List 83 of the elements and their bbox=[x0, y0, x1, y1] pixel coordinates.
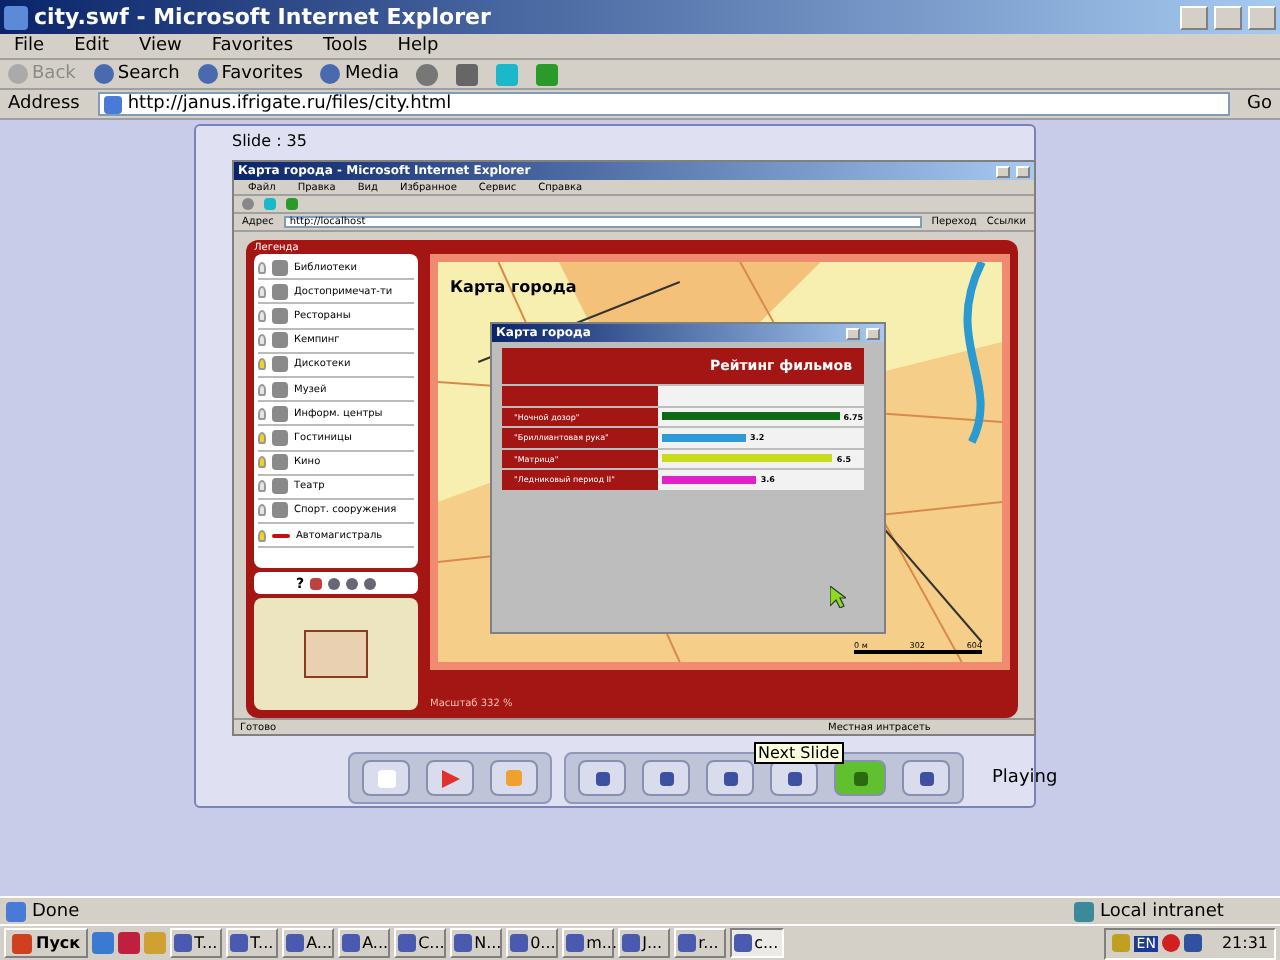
taskbar-button[interactable]: T... bbox=[226, 928, 279, 958]
bulb-icon[interactable] bbox=[258, 456, 266, 469]
menu-item[interactable]: Favorites bbox=[205, 36, 300, 56]
play-button[interactable] bbox=[426, 760, 474, 796]
toolbar-icon[interactable] bbox=[416, 63, 439, 85]
app-icon bbox=[734, 934, 753, 952]
pointer-cursor-icon bbox=[830, 586, 846, 608]
bulb-icon[interactable] bbox=[258, 480, 266, 493]
quick-launch-icon[interactable] bbox=[92, 932, 115, 954]
app-icon bbox=[566, 934, 585, 952]
app-icon bbox=[398, 934, 417, 952]
maximize-button[interactable] bbox=[1214, 5, 1242, 29]
taskbar-button[interactable]: C... bbox=[394, 928, 447, 958]
taskbar-button[interactable]: T... bbox=[170, 928, 223, 958]
bulb-icon[interactable] bbox=[258, 383, 266, 396]
home-button[interactable] bbox=[490, 760, 538, 796]
slides-button[interactable] bbox=[362, 760, 410, 796]
bulb-icon[interactable] bbox=[258, 334, 266, 347]
status-text: Done bbox=[32, 901, 80, 921]
stop-icon bbox=[787, 771, 801, 785]
toolbar-icon bbox=[93, 64, 114, 84]
toolbar-icon bbox=[197, 64, 218, 84]
tooltip: Next Slide bbox=[754, 742, 844, 764]
viewport-frame[interactable] bbox=[304, 630, 368, 678]
app-icon bbox=[510, 934, 529, 952]
next-slide-button[interactable] bbox=[834, 760, 886, 796]
menu-item[interactable]: View bbox=[133, 36, 188, 56]
toolbar-button[interactable]: Search bbox=[93, 64, 180, 84]
minimap[interactable] bbox=[254, 598, 418, 710]
last-slide-button[interactable] bbox=[902, 760, 950, 796]
minimize-button[interactable] bbox=[846, 327, 860, 339]
slide-number: Slide : 35 bbox=[232, 132, 309, 154]
toolbar-icon[interactable] bbox=[536, 63, 559, 85]
taskbar-button[interactable]: 0... bbox=[506, 928, 559, 958]
bulb-icon[interactable] bbox=[258, 431, 266, 444]
bulb-icon[interactable] bbox=[258, 285, 266, 298]
bulb-icon[interactable] bbox=[258, 407, 266, 420]
app-icon bbox=[622, 934, 641, 952]
go-button[interactable]: Go bbox=[1247, 94, 1272, 114]
toolbar-icon bbox=[8, 64, 28, 84]
map-title: Карта города bbox=[450, 278, 577, 296]
taskbar-button[interactable]: J... bbox=[618, 928, 671, 958]
pause-button[interactable] bbox=[706, 760, 754, 796]
clock: 21:31 bbox=[1221, 934, 1268, 952]
address-field[interactable]: http://janus.ifrigate.ru/files/city.html bbox=[97, 92, 1230, 116]
taskbar-button[interactable]: N... bbox=[450, 928, 503, 958]
toolbar-button[interactable]: Media bbox=[320, 64, 399, 84]
menu-item[interactable]: Tools bbox=[317, 36, 374, 56]
menu-item[interactable]: File bbox=[8, 36, 51, 56]
app-icon bbox=[454, 934, 473, 952]
minimize-button[interactable] bbox=[996, 165, 1010, 177]
toolbar-icon bbox=[320, 64, 341, 84]
app-icon bbox=[286, 934, 305, 952]
previous-slide-button[interactable] bbox=[642, 760, 690, 796]
app-icon bbox=[678, 934, 697, 952]
menu-item[interactable]: Help bbox=[391, 36, 445, 56]
play-icon bbox=[441, 769, 459, 787]
app-icon bbox=[174, 934, 193, 952]
taskbar-button[interactable]: A... bbox=[338, 928, 391, 958]
bulb-icon[interactable] bbox=[258, 261, 266, 274]
bulb-icon[interactable] bbox=[258, 504, 266, 517]
taskbar-button[interactable]: r... bbox=[674, 928, 727, 958]
road-line-icon bbox=[272, 533, 290, 538]
app-icon bbox=[342, 934, 361, 952]
bulb-icon[interactable] bbox=[258, 309, 266, 322]
close-button[interactable] bbox=[1016, 165, 1030, 177]
bulb-icon[interactable] bbox=[258, 529, 266, 542]
menu-item[interactable]: Edit bbox=[68, 36, 115, 56]
address-label: Address bbox=[8, 94, 80, 114]
window-title: city.swf - Microsoft Internet Explorer bbox=[34, 4, 493, 30]
close-button[interactable] bbox=[1248, 5, 1276, 29]
app-icon bbox=[230, 934, 249, 952]
first-slide-button[interactable] bbox=[578, 760, 626, 796]
close-button[interactable] bbox=[866, 327, 880, 339]
taskbar-button[interactable]: m... bbox=[562, 928, 615, 958]
start-button[interactable]: Пуск bbox=[4, 928, 89, 958]
taskbar-button[interactable]: A... bbox=[282, 928, 335, 958]
bulb-icon[interactable] bbox=[258, 358, 266, 371]
zone-text: Local intranet bbox=[1100, 901, 1224, 921]
minimize-button[interactable] bbox=[1180, 5, 1208, 29]
toolbar-button[interactable]: Favorites bbox=[197, 64, 303, 84]
playback-status: Playing bbox=[992, 768, 1058, 788]
taskbar-button[interactable]: c... bbox=[730, 928, 785, 958]
